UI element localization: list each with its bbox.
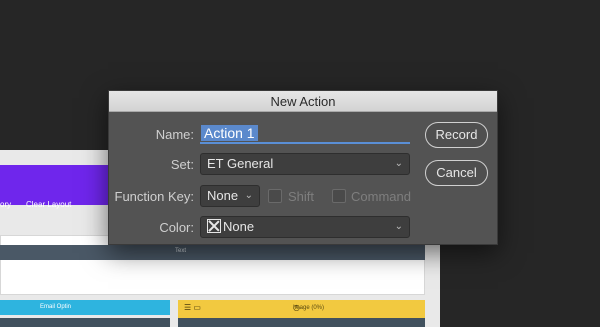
name-field-value: Action 1 (201, 125, 258, 141)
chevron-down-icon: ⌄ (244, 190, 253, 201)
cancel-button[interactable]: Cancel (425, 160, 488, 186)
color-select-value: None (223, 219, 255, 234)
builder-tab-partial[interactable]: ory (0, 200, 11, 209)
name-label: Name: (155, 127, 194, 142)
color-select[interactable]: None ⌄ (200, 216, 410, 238)
set-select[interactable]: ET General ⌄ (200, 153, 410, 175)
function-key-value: None (207, 188, 239, 203)
command-checkbox[interactable] (332, 189, 346, 203)
function-key-label: Function Key: (114, 189, 195, 204)
chevron-down-icon: ⌄ (394, 158, 403, 169)
text-module-bar[interactable]: Text (0, 245, 425, 260)
set-select-value: ET General (207, 156, 274, 171)
image-module[interactable]: ☰ ▭ Image (0%) ◷ (178, 300, 425, 318)
chevron-down-icon: ⌄ (394, 221, 403, 232)
shift-checkbox[interactable] (268, 189, 282, 203)
email-optin-module[interactable]: Email Optin (0, 300, 170, 315)
name-field[interactable]: Action 1 (200, 124, 410, 144)
record-button[interactable]: Record (425, 122, 488, 148)
color-label: Color: (159, 220, 194, 235)
clear-layout-tab[interactable]: Clear Layout (26, 200, 71, 209)
no-color-icon (207, 219, 221, 233)
command-label: Command (351, 189, 411, 204)
set-label: Set: (170, 157, 194, 172)
dialog-title: New Action (109, 91, 497, 112)
module-menu-icon[interactable]: ☰ ▭ (184, 303, 201, 312)
clock-icon[interactable]: ◷ (293, 303, 419, 312)
text-module-label: Text (175, 248, 187, 254)
module-bar-dark-2 (178, 318, 425, 327)
shift-label: Shift (288, 189, 315, 204)
function-key-select[interactable]: None ⌄ (200, 185, 260, 207)
module-bar-dark (0, 318, 170, 327)
email-optin-label: Email Optin (40, 304, 72, 310)
